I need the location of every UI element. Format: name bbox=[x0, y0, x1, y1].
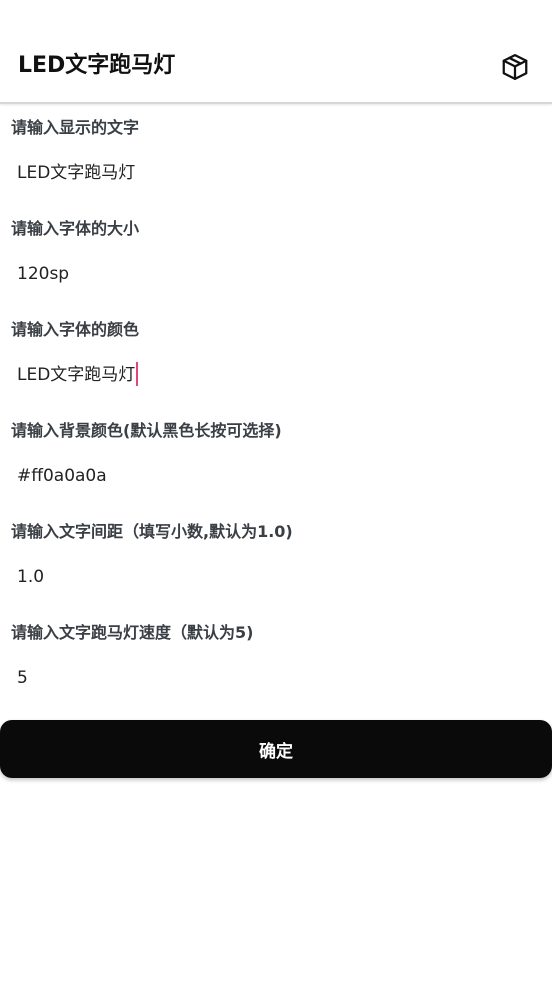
scroll-speed-label: 请输入文字跑马灯速度（默认为5) bbox=[11, 623, 254, 642]
cube-icon[interactable] bbox=[500, 52, 530, 82]
letter-spacing-input[interactable]: 1.0 bbox=[0, 560, 552, 594]
letter-spacing-label: 请输入文字间距（填写小数,默认为1.0) bbox=[11, 522, 293, 541]
scroll-speed-input[interactable]: 5 bbox=[0, 661, 552, 695]
app-title: LED文字跑马灯 bbox=[18, 53, 176, 78]
text-cursor bbox=[136, 361, 139, 386]
font-color-input-value: LED文字跑马灯 bbox=[17, 365, 136, 385]
display-text-input[interactable]: LED文字跑马灯 bbox=[0, 156, 552, 190]
display-text-field-group: 请输入显示的文字 LED文字跑马灯 bbox=[0, 104, 552, 204]
background-color-field-group: 请输入背景颜色(默认黑色长按可选择) #ff0a0a0a bbox=[0, 407, 552, 507]
font-size-field-group: 请输入字体的大小 120sp bbox=[0, 205, 552, 305]
display-text-label: 请输入显示的文字 bbox=[11, 118, 140, 137]
font-color-label: 请输入字体的颜色 bbox=[11, 320, 140, 339]
background-color-input[interactable]: #ff0a0a0a bbox=[0, 459, 552, 493]
scroll-speed-field-group: 请输入文字跑马灯速度（默认为5) 5 bbox=[0, 609, 552, 709]
confirm-button[interactable]: 确定 bbox=[0, 720, 552, 778]
background-color-label: 请输入背景颜色(默认黑色长按可选择) bbox=[11, 421, 282, 440]
app-bar: LED文字跑马灯 bbox=[0, 0, 552, 104]
font-size-input[interactable]: 120sp bbox=[0, 257, 552, 291]
letter-spacing-field-group: 请输入文字间距（填写小数,默认为1.0) 1.0 bbox=[0, 508, 552, 608]
font-size-label: 请输入字体的大小 bbox=[11, 219, 140, 238]
font-color-input[interactable]: LED文字跑马灯 bbox=[0, 358, 552, 392]
font-color-field-group: 请输入字体的颜色 LED文字跑马灯 bbox=[0, 306, 552, 406]
